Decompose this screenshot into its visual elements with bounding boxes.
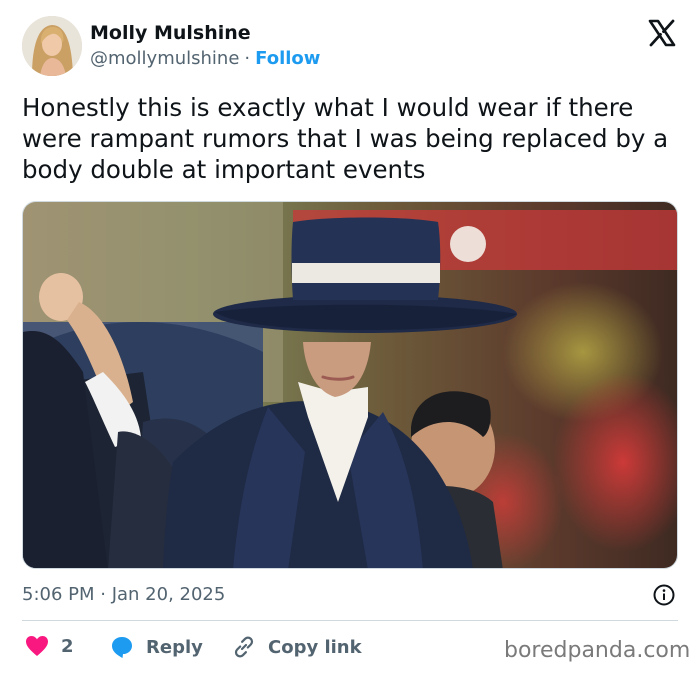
avatar[interactable] [22,16,82,76]
watermark: boredpanda.com [504,638,691,663]
reply-label: Reply [146,636,203,658]
separator-dot: · [244,48,251,69]
x-logo-icon[interactable] [647,18,677,48]
author-name[interactable]: Molly Mulshine [90,22,251,44]
speech-bubble-icon [112,637,132,658]
tweet-card: Molly Mulshine @mollymulshine · Follow Hon… [0,0,700,673]
divider [22,620,678,621]
author-handle[interactable]: @mollymulshine [90,48,239,69]
info-icon[interactable] [652,583,676,607]
follow-button[interactable]: Follow [255,48,320,69]
tweet-text: Honestly this is exactly what I would we… [22,93,669,184]
reply-button[interactable]: Reply [110,635,203,659]
like-button[interactable]: 2 [25,635,74,657]
tweet-photo[interactable] [22,201,678,569]
copy-link-button[interactable]: Copy link [232,635,362,659]
heart-icon [26,636,48,656]
author-handle-row: @mollymulshine · Follow [90,48,320,69]
copy-link-label: Copy link [268,636,362,658]
like-count: 2 [61,635,74,657]
tweet-timestamp[interactable]: 5:06 PM · Jan 20, 2025 [22,584,225,605]
link-icon [234,636,254,658]
